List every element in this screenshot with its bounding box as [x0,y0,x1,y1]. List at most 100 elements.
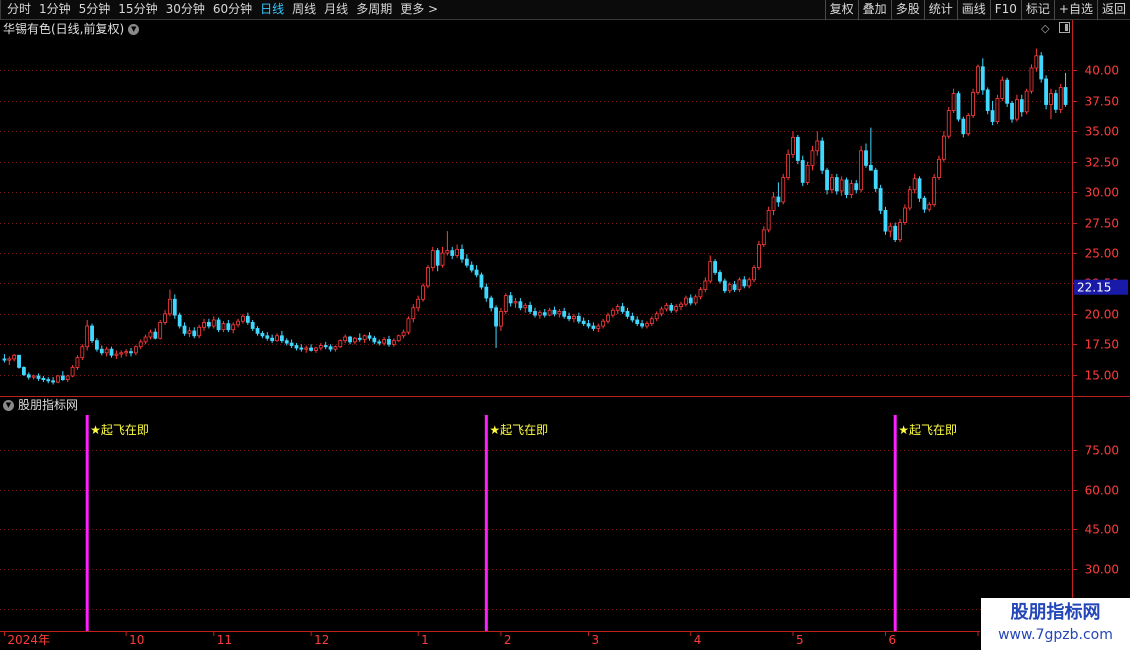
candle-body [888,225,893,232]
candle-body [90,325,94,342]
candle-body [255,328,260,334]
candle-body [21,367,26,376]
candle-body [177,314,182,327]
kline-chart[interactable]: 40.0037.5035.0032.5030.0027.5025.0022.50… [0,0,1130,650]
candle-body [367,335,372,339]
candle-body [980,66,985,91]
candle-body [7,358,12,361]
candle-body [542,312,547,316]
candle-body [718,272,722,282]
candle-body [309,347,314,351]
candle-body [586,323,591,327]
watermark: 股朋指标网 www.7gpzb.com [981,598,1130,650]
candle-body [241,315,245,322]
candle-body [864,150,868,166]
candle-body [893,225,898,241]
candle-body [231,324,236,331]
candle-body [883,210,888,232]
candle-body [484,286,489,299]
candle-body [781,177,786,203]
indicator-title-bar: ▼ 股朋指标网 [3,398,78,413]
candle-body [971,91,975,116]
candle-body [995,98,1000,122]
price-tick-label: 37.50 [1085,95,1119,109]
candle-body [859,150,864,191]
price-tick-label: 30.00 [1085,186,1119,200]
candle-body [727,284,732,292]
time-tick-label: 6 [888,633,896,647]
candle-body [51,380,56,383]
candle-body [713,261,718,273]
candle-body [318,345,323,349]
candle-body [236,320,240,326]
chevron-down-icon[interactable]: ▼ [3,400,14,411]
candle-body [849,183,854,195]
price-axis: 40.0037.5035.0032.5030.0027.5025.0022.50… [1072,64,1128,383]
candle-body [416,298,421,309]
candle-body [294,345,299,349]
candle-body [109,348,114,356]
candle-body [314,347,318,351]
candle-body [172,298,177,316]
time-tick-label: 10 [129,633,144,647]
candle-body [26,374,31,378]
candle-body [391,340,396,345]
signal-bar [484,415,488,631]
candle-body [946,110,951,137]
candle-body [630,315,635,321]
candle-body [567,315,571,320]
candle-body [703,280,708,290]
candle-body [951,93,956,112]
candle-body [903,207,907,223]
candle-body [245,315,250,323]
candle-body [41,377,46,381]
candle-body [552,309,557,315]
signal-bar [893,415,897,631]
candle-body [197,326,202,337]
candle-body [649,318,654,325]
candle-body [1019,99,1024,113]
candle-body [460,248,464,260]
candle-body [133,346,138,354]
candle-body [683,297,688,305]
candle-body [211,319,216,327]
candle-body [508,295,513,304]
candle-body [528,304,533,312]
candle-body [1000,79,1005,99]
candle-body [192,330,197,337]
candle-body [343,336,348,342]
candle-body [854,183,859,191]
time-axis: 2024年1011121234567892025/09/08/—11 [0,631,1096,647]
indicator-tick-label: 45.00 [1085,523,1119,537]
candle-body [620,306,625,312]
time-tick-label: 5 [796,633,804,647]
candle-body [654,313,659,320]
candle-body [1053,93,1058,110]
candle-body [615,306,620,311]
candle-body [839,179,844,192]
candle-body [202,321,206,328]
candle-body [2,358,7,361]
candle-body [698,289,703,298]
candle-body [533,311,537,316]
candle-body [158,321,163,339]
candle-body [1010,102,1014,120]
candle-body [36,375,41,379]
candle-body [640,323,644,327]
price-tick-label: 40.00 [1085,64,1119,78]
candle-body [547,309,552,316]
candle-body [474,269,479,276]
indicator-tick-label: 75.00 [1085,444,1119,458]
candle-body [878,188,883,211]
candle-body [421,285,425,300]
candle-body [771,196,776,211]
candle-body [75,357,80,368]
candle-body [1063,87,1068,105]
candle-body [1039,55,1044,80]
indicator-tick-label: 60.00 [1085,484,1119,498]
candle-body [31,375,36,378]
candle-body [761,229,766,245]
candle-body [756,244,761,269]
candle-body [927,203,932,210]
candle-body [387,339,391,345]
